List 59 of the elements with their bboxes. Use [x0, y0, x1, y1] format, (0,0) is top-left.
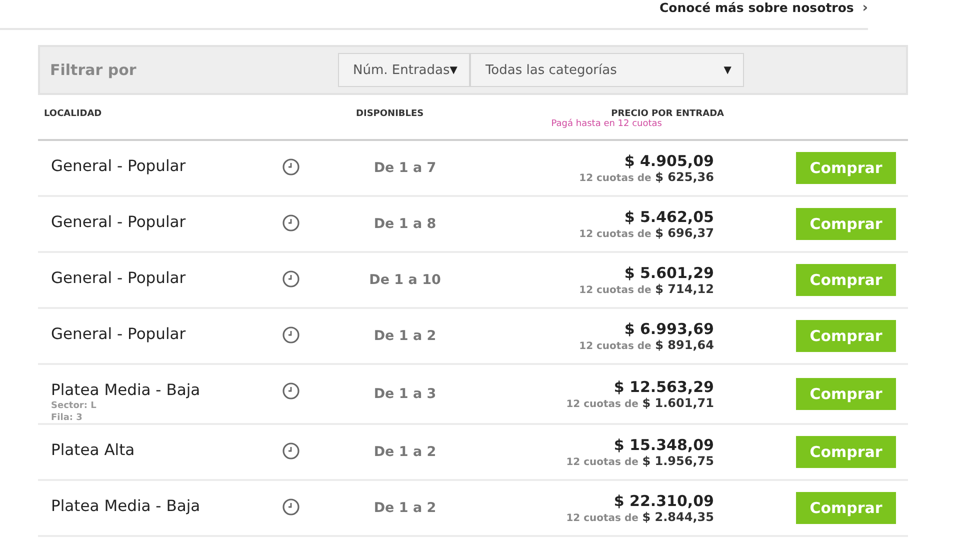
- installments-note: Pagá hasta en 12 cuotas: [551, 119, 662, 129]
- buy-button[interactable]: Comprar: [796, 436, 896, 468]
- installment-amount: $ 696,37: [655, 226, 714, 240]
- about-link[interactable]: Conocé más sobre nosotros ›: [659, 0, 868, 16]
- installments-label: 12 cuotas de: [579, 173, 652, 184]
- price: $ 22.310,09: [614, 492, 714, 510]
- installment-amount: $ 625,36: [655, 170, 714, 184]
- location-name: General - Popular: [51, 157, 187, 175]
- column-header: PRECIO POR ENTRADA: [611, 108, 724, 119]
- installments-label: 12 cuotas de: [566, 457, 638, 468]
- installments-label: 12 cuotas de: [566, 513, 638, 524]
- clock-icon[interactable]: [282, 158, 300, 176]
- installment-amount: $ 2.844,35: [642, 510, 714, 524]
- buy-button[interactable]: Comprar: [796, 152, 896, 184]
- price: $ 5.601,29: [624, 264, 714, 282]
- dropdown[interactable]: Núm. Entradas▼: [338, 53, 470, 87]
- price: $ 15.348,09: [614, 436, 714, 454]
- clock-icon[interactable]: [282, 442, 300, 460]
- price: $ 12.563,29: [614, 378, 714, 396]
- location-name: General - Popular: [51, 325, 187, 343]
- availability: De 1 a 2: [372, 328, 438, 344]
- price: $ 4.905,09: [624, 152, 714, 170]
- clock-icon[interactable]: [282, 214, 300, 232]
- location-name: General - Popular: [51, 269, 187, 287]
- location-name: General - Popular: [51, 213, 187, 231]
- buy-button[interactable]: Comprar: [796, 208, 896, 240]
- availability: De 1 a 2: [372, 500, 438, 516]
- column-header: DISPONIBLES: [356, 108, 425, 121]
- installment-amount: $ 891,64: [655, 338, 714, 352]
- buy-button[interactable]: Comprar: [796, 264, 896, 296]
- installment-amount: $ 714,12: [655, 282, 714, 296]
- seat-detail: Fila: 3: [51, 413, 84, 423]
- location-name: Platea Media - Baja: [51, 497, 202, 515]
- price: $ 6.993,69: [624, 320, 714, 338]
- availability: De 1 a 10: [368, 272, 442, 288]
- clock-icon[interactable]: [282, 270, 300, 288]
- availability: De 1 a 8: [372, 216, 438, 232]
- installments-label: 12 cuotas de: [579, 341, 652, 352]
- availability: De 1 a 3: [372, 386, 438, 402]
- clock-icon[interactable]: [282, 382, 300, 400]
- buy-button[interactable]: Comprar: [796, 320, 896, 352]
- filter-label: Filtrar por: [50, 61, 138, 79]
- buy-button[interactable]: Comprar: [796, 492, 896, 524]
- installments-label: 12 cuotas de: [579, 285, 652, 296]
- clock-icon[interactable]: [282, 326, 300, 344]
- installment-amount: $ 1.956,75: [642, 454, 714, 468]
- buy-button[interactable]: Comprar: [796, 378, 896, 410]
- installments-label: 12 cuotas de: [566, 399, 638, 410]
- dropdown[interactable]: Todas las categorías ▼: [470, 53, 744, 87]
- location-name: Platea Alta: [51, 441, 136, 459]
- installment-amount: $ 1.601,71: [642, 396, 714, 410]
- price: $ 5.462,05: [624, 208, 714, 226]
- clock-icon[interactable]: [282, 498, 300, 516]
- availability: De 1 a 7: [372, 160, 438, 176]
- availability: De 1 a 2: [372, 444, 438, 460]
- column-header: LOCALIDAD: [43, 108, 103, 121]
- installments-label: 12 cuotas de: [579, 229, 652, 240]
- seat-detail: Sector: L: [51, 401, 98, 411]
- location-name: Platea Media - Baja: [51, 381, 202, 399]
